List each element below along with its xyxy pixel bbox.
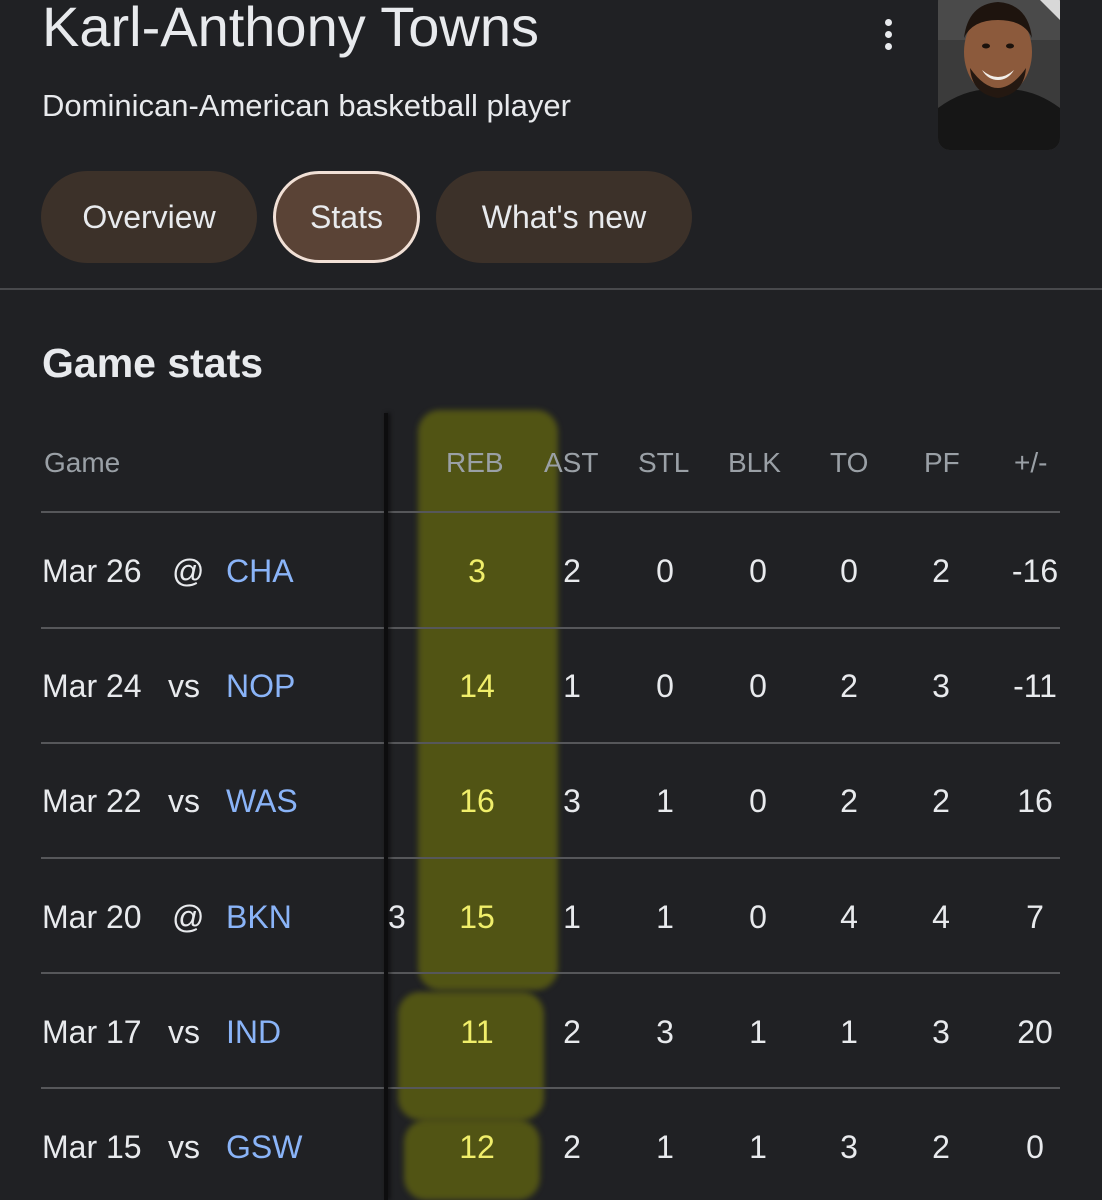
pf-value: 3 bbox=[932, 668, 950, 704]
pf-value: 4 bbox=[932, 899, 950, 935]
reb-value: 14 bbox=[459, 668, 495, 704]
col-header-plus-minus: +/- bbox=[1014, 447, 1048, 478]
ast-value: 2 bbox=[563, 1014, 581, 1050]
reb-value: 16 bbox=[459, 783, 495, 819]
row-divider bbox=[41, 972, 1060, 974]
plus-minus-value: 20 bbox=[1017, 1014, 1053, 1050]
blk-value: 1 bbox=[749, 1129, 767, 1165]
reb-value: 12 bbox=[459, 1129, 495, 1165]
game-venue: vs bbox=[168, 783, 200, 819]
ast-value: 1 bbox=[563, 668, 581, 704]
blk-value: 1 bbox=[749, 1014, 767, 1050]
blk-value: 0 bbox=[749, 668, 767, 704]
to-value: 2 bbox=[840, 783, 858, 819]
player-description: Dominican-American basketball player bbox=[42, 88, 571, 123]
opponent-team-link[interactable]: BKN bbox=[226, 897, 292, 937]
section-title: Game stats bbox=[42, 340, 264, 386]
game-date: Mar 26 bbox=[42, 553, 142, 589]
row-divider bbox=[41, 857, 1060, 859]
game-date: Mar 20 bbox=[42, 899, 142, 935]
to-value: 1 bbox=[840, 1014, 858, 1050]
ast-value: 1 bbox=[563, 899, 581, 935]
reb-value: 11 bbox=[460, 1014, 494, 1050]
ast-value: 2 bbox=[563, 1129, 581, 1165]
pf-value: 2 bbox=[932, 783, 950, 819]
player-name: Karl-Anthony Towns bbox=[42, 0, 539, 58]
blk-value: 0 bbox=[749, 899, 767, 935]
opponent-team-link[interactable]: NOP bbox=[226, 666, 295, 706]
game-venue: vs bbox=[168, 1129, 200, 1165]
pf-value: 2 bbox=[932, 1129, 950, 1165]
game-venue: @ bbox=[172, 899, 205, 935]
more-options-icon[interactable] bbox=[868, 12, 908, 56]
tab-stats[interactable]: Stats bbox=[273, 171, 420, 263]
to-value: 0 bbox=[840, 553, 858, 589]
reb-value: 3 bbox=[468, 553, 486, 589]
game-venue: vs bbox=[168, 1014, 200, 1050]
game-venue: @ bbox=[172, 553, 205, 589]
plus-minus-value: -11 bbox=[1013, 668, 1057, 704]
opponent-team-link[interactable]: IND bbox=[226, 1012, 281, 1052]
stl-value: 1 bbox=[656, 783, 674, 819]
col-header-blk: BLK bbox=[728, 447, 781, 478]
col-header-game: Game bbox=[44, 447, 121, 478]
game-venue: vs bbox=[168, 668, 200, 704]
plus-minus-value: 7 bbox=[1026, 899, 1044, 935]
opponent-team-link[interactable]: GSW bbox=[226, 1127, 302, 1167]
clipped-prev-column-value: 3 bbox=[388, 899, 406, 935]
game-date: Mar 24 bbox=[42, 668, 142, 704]
plus-minus-value: -16 bbox=[1011, 553, 1059, 589]
col-header-pf: PF bbox=[924, 447, 960, 478]
row-divider bbox=[41, 742, 1060, 744]
tab-whats-new[interactable]: What's new bbox=[436, 171, 692, 263]
stl-value: 0 bbox=[656, 553, 674, 589]
blk-value: 0 bbox=[749, 783, 767, 819]
game-date: Mar 22 bbox=[42, 783, 142, 819]
pf-value: 3 bbox=[932, 1014, 950, 1050]
col-header-stl: STL bbox=[638, 447, 690, 478]
ast-value: 2 bbox=[563, 553, 581, 589]
game-date: Mar 17 bbox=[42, 1014, 142, 1050]
sticky-column-divider bbox=[384, 413, 388, 1200]
col-header-reb: REB bbox=[446, 447, 504, 478]
to-value: 4 bbox=[840, 899, 858, 935]
row-divider bbox=[41, 511, 1060, 513]
pf-value: 2 bbox=[932, 553, 950, 589]
stl-value: 1 bbox=[656, 899, 674, 935]
header-divider bbox=[0, 288, 1102, 290]
to-value: 3 bbox=[840, 1129, 858, 1165]
reb-value: 15 bbox=[459, 899, 495, 935]
plus-minus-value: 0 bbox=[1026, 1129, 1044, 1165]
opponent-team-link[interactable]: WAS bbox=[226, 781, 298, 821]
stl-value: 3 bbox=[656, 1014, 674, 1050]
tab-bar: Overview Stats What's new bbox=[41, 171, 692, 263]
blk-value: 0 bbox=[749, 553, 767, 589]
col-header-ast: AST bbox=[544, 447, 599, 478]
ast-value: 3 bbox=[563, 783, 581, 819]
row-divider bbox=[41, 1087, 1060, 1089]
col-header-to: TO bbox=[830, 447, 869, 478]
row-divider bbox=[41, 627, 1060, 629]
player-photo[interactable] bbox=[938, 0, 1060, 150]
stl-value: 0 bbox=[656, 668, 674, 704]
game-date: Mar 15 bbox=[42, 1129, 142, 1165]
tab-overview[interactable]: Overview bbox=[41, 171, 257, 263]
opponent-team-link[interactable]: CHA bbox=[226, 551, 294, 591]
to-value: 2 bbox=[840, 668, 858, 704]
player-photo-image bbox=[938, 0, 1060, 150]
stl-value: 1 bbox=[656, 1129, 674, 1165]
plus-minus-value: 16 bbox=[1017, 783, 1053, 819]
